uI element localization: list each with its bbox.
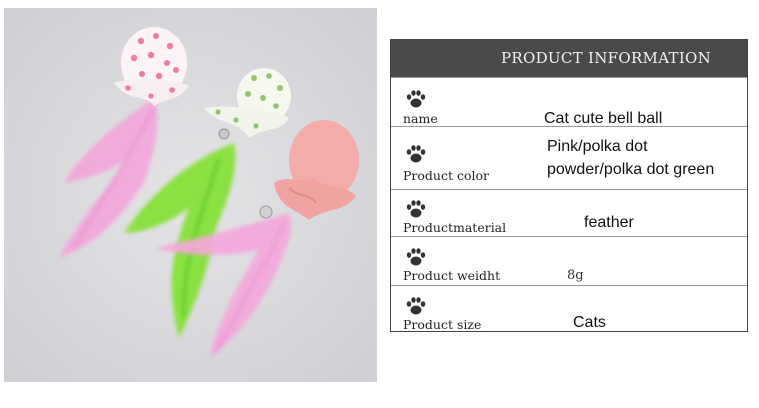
product-photo: [4, 8, 377, 382]
row-label: Product color: [403, 168, 489, 183]
paw-print-icon: [406, 200, 426, 218]
row-value-line-2: powder/polka dot green: [547, 161, 715, 178]
row-value: Cats: [573, 314, 606, 331]
paw-print-icon: [406, 145, 426, 163]
cat-toy-illustration: [4, 8, 377, 382]
info-row-weight: Product weidht 8g: [391, 236, 747, 286]
row-label: Product size: [403, 317, 482, 332]
table-header: PRODUCT INFORMATION: [391, 40, 747, 77]
info-row-name: name Cat cute bell ball: [391, 77, 747, 127]
row-label: Product weidht: [403, 268, 501, 283]
paw-print-icon: [406, 248, 426, 266]
info-row-material: Productmaterial feather: [391, 189, 747, 237]
info-row-size: Product size Cats: [391, 285, 747, 333]
row-value-line-1: Pink/polka dot: [547, 138, 648, 155]
paw-print-icon: [406, 90, 426, 108]
info-row-color: Product color Pink/polka dot powder/polk…: [391, 126, 747, 190]
product-information-table: PRODUCT INFORMATION name Cat cute bell b…: [390, 39, 748, 332]
row-label: name: [403, 111, 438, 126]
row-value: feather: [584, 214, 634, 231]
paw-print-icon: [406, 297, 426, 315]
table-title: PRODUCT INFORMATION: [501, 49, 712, 67]
row-label: Productmaterial: [403, 220, 507, 235]
row-value: 8g: [567, 268, 584, 283]
